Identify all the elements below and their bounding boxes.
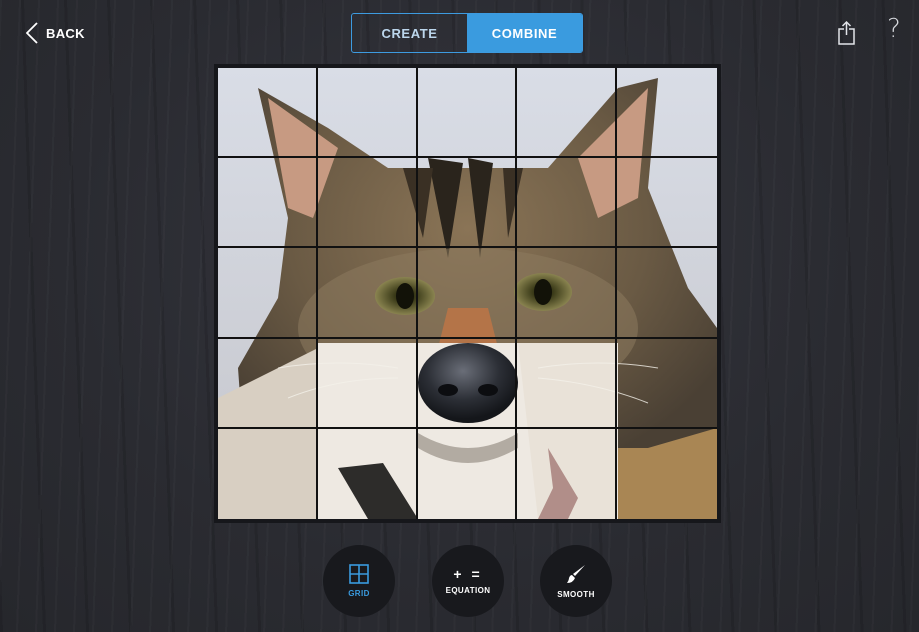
grid-cell[interactable]	[517, 248, 618, 339]
mode-segmented-control: CREATE COMBINE	[351, 13, 583, 53]
grid-cell[interactable]	[617, 158, 717, 249]
grid-cell[interactable]	[418, 428, 518, 519]
grid-cell[interactable]	[617, 339, 717, 429]
grid-icon	[349, 564, 369, 584]
combined-image	[218, 68, 717, 519]
back-button[interactable]: BACK	[26, 20, 85, 46]
chevron-left-icon	[26, 22, 38, 44]
share-button[interactable]	[836, 20, 858, 46]
grid-cell[interactable]	[617, 429, 717, 519]
brush-icon	[567, 565, 585, 583]
image-grid	[218, 68, 717, 519]
grid-cell[interactable]	[617, 248, 717, 339]
smooth-tool-label: SMOOTH	[557, 590, 595, 599]
grid-cell[interactable]	[417, 68, 518, 159]
grid-cell[interactable]	[317, 338, 418, 429]
grid-cell[interactable]	[218, 158, 318, 249]
grid-cell[interactable]	[517, 428, 618, 519]
grid-cell[interactable]	[218, 428, 318, 519]
plus-equals-icon: + =	[453, 566, 483, 582]
top-bar: BACK CREATE COMBINE ?	[0, 0, 919, 60]
grid-cell[interactable]	[317, 158, 418, 249]
grid-cell[interactable]	[218, 338, 318, 429]
tab-create[interactable]: CREATE	[352, 14, 467, 52]
grid-cell[interactable]	[517, 158, 618, 249]
equation-tool-label: EQUATION	[445, 586, 491, 595]
grid-cell[interactable]	[218, 68, 318, 159]
grid-cell[interactable]	[517, 338, 618, 429]
grid-cell[interactable]	[417, 158, 518, 249]
help-button[interactable]: ?	[887, 14, 901, 44]
grid-cell[interactable]	[417, 248, 518, 339]
bottom-toolbar: GRID + = EQUATION SMOOTH	[323, 545, 613, 621]
grid-cell[interactable]	[317, 248, 418, 339]
grid-cell[interactable]	[517, 68, 618, 159]
grid-cell[interactable]	[317, 68, 418, 159]
grid-tool-button[interactable]: GRID	[323, 545, 395, 617]
grid-tool-label: GRID	[348, 589, 370, 598]
image-frame	[214, 64, 721, 523]
grid-cell[interactable]	[617, 68, 717, 159]
equation-tool-button[interactable]: + = EQUATION	[432, 545, 504, 617]
tab-combine[interactable]: COMBINE	[467, 14, 582, 52]
grid-cell[interactable]	[417, 338, 518, 429]
grid-cell[interactable]	[318, 428, 418, 519]
smooth-tool-button[interactable]: SMOOTH	[540, 545, 612, 617]
back-label: BACK	[46, 25, 85, 41]
share-icon	[838, 20, 855, 45]
grid-cell[interactable]	[218, 248, 318, 339]
